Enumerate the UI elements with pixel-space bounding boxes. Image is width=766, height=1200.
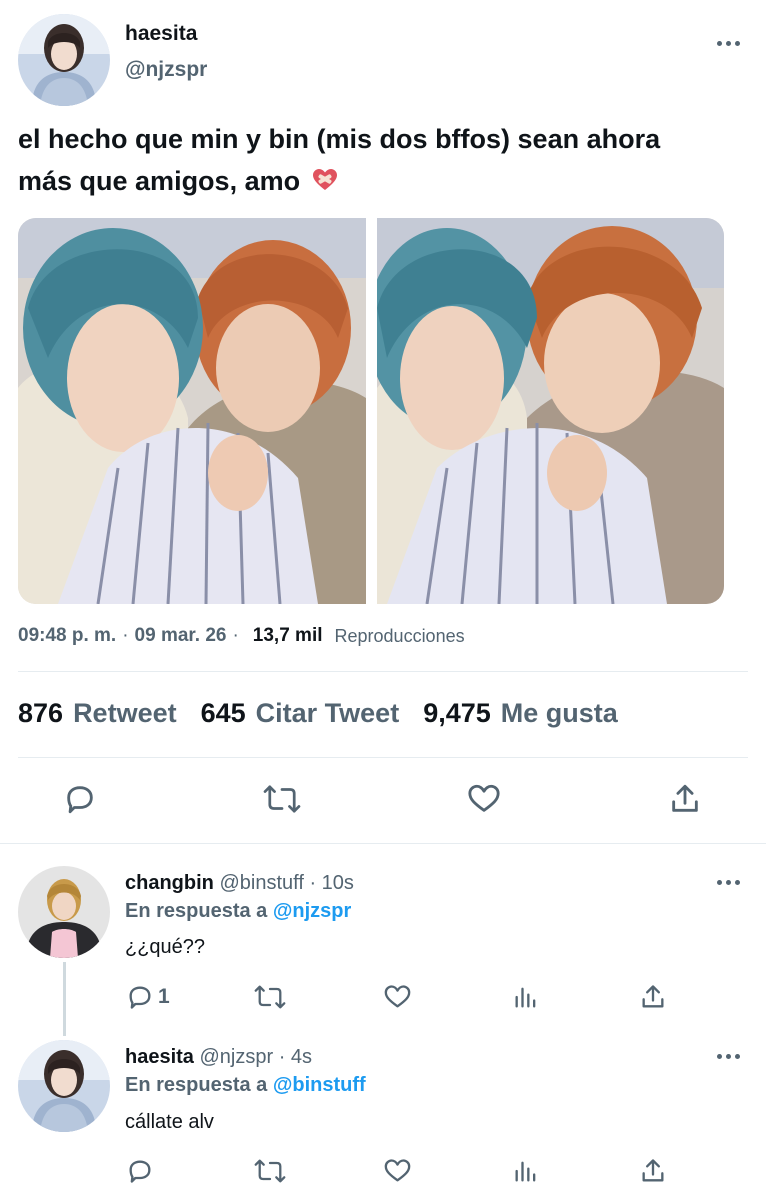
- share-icon: [642, 1159, 664, 1182]
- tweet-photo[interactable]: [18, 218, 366, 604]
- tweet-time[interactable]: 09:48 p. m.: [18, 625, 116, 647]
- reply-icon: [67, 786, 93, 814]
- separator: ·: [122, 625, 129, 646]
- analytics-icon: [515, 987, 536, 1008]
- heart-icon: [468, 784, 500, 812]
- separator: ·: [232, 625, 239, 646]
- heart-icon: [384, 1159, 411, 1182]
- reply-header: changbin @binstuff · 10s: [125, 872, 354, 895]
- like-button[interactable]: [383, 1157, 412, 1185]
- retweet-label: Retweet: [73, 698, 177, 728]
- divider: [18, 671, 748, 672]
- in-reply-to: En respuesta a @njzspr: [125, 900, 351, 923]
- engagement-stats: 876 Retweet 645 Citar Tweet 9,475 Me gus…: [18, 698, 642, 729]
- analytics-icon: [515, 1161, 536, 1182]
- mending-heart-icon: [312, 162, 338, 204]
- share-icon: [642, 985, 664, 1008]
- tweet-text-fragment: más que amigos, amo: [18, 166, 301, 196]
- retweet-count: 876: [18, 698, 64, 728]
- retweet-button[interactable]: [263, 782, 301, 816]
- tweet-text-line: el hecho que min y bin (mis dos bffos) s…: [18, 124, 661, 154]
- more-options-icon[interactable]: [713, 1050, 743, 1062]
- tweet-text-line: más que amigos, amo: [18, 160, 748, 204]
- avatar[interactable]: [18, 14, 110, 106]
- in-reply-label: En respuesta a: [125, 900, 268, 922]
- share-button[interactable]: [639, 983, 667, 1011]
- like-stat[interactable]: 9,475 Me gusta: [423, 698, 618, 729]
- like-label: Me gusta: [500, 698, 618, 728]
- retweet-icon: [254, 985, 286, 1009]
- tweet-photo[interactable]: [377, 218, 724, 604]
- retweet-stat[interactable]: 876 Retweet: [18, 698, 177, 729]
- like-button[interactable]: [466, 782, 502, 816]
- retweet-button[interactable]: [254, 1157, 286, 1185]
- reply-count: 1: [158, 985, 170, 1008]
- reply-header: haesita @njzspr · 4s: [125, 1046, 312, 1069]
- retweet-button[interactable]: [254, 983, 286, 1011]
- share-icon: [672, 784, 698, 812]
- divider: [0, 843, 766, 844]
- user-handle[interactable]: @njzspr: [125, 58, 207, 82]
- quote-stat[interactable]: 645 Citar Tweet: [201, 698, 400, 729]
- reply-text: cállate alv: [125, 1111, 214, 1133]
- share-button[interactable]: [668, 782, 702, 816]
- mention-link[interactable]: @njzspr: [273, 900, 351, 922]
- share-button[interactable]: [639, 1157, 667, 1185]
- avatar[interactable]: [18, 1040, 110, 1132]
- view-count: 13,7 mil: [252, 625, 323, 646]
- more-options-icon[interactable]: [713, 37, 743, 49]
- view-count-label: Reproducciones: [334, 625, 465, 646]
- reply-button[interactable]: [63, 782, 97, 816]
- mention-link[interactable]: @binstuff: [273, 1074, 366, 1096]
- analytics-button[interactable]: [512, 1157, 540, 1185]
- user-handle[interactable]: @njzspr: [200, 1046, 274, 1068]
- quote-count: 645: [200, 698, 246, 728]
- display-name[interactable]: haesita: [125, 1046, 194, 1068]
- user-handle[interactable]: @binstuff: [219, 872, 303, 894]
- like-count: 9,475: [423, 698, 491, 728]
- display-name[interactable]: changbin: [125, 872, 214, 894]
- divider: [18, 757, 748, 758]
- reply-button[interactable]: [126, 1157, 154, 1185]
- heart-icon: [384, 985, 411, 1008]
- thread-connector: [63, 962, 66, 1036]
- reply-time[interactable]: · 4s: [279, 1046, 312, 1068]
- in-reply-label: En respuesta a: [125, 1074, 268, 1096]
- more-options-icon[interactable]: [713, 876, 743, 888]
- tweet-date[interactable]: 09 mar. 26: [135, 625, 227, 647]
- quote-label: Citar Tweet: [255, 698, 400, 728]
- reply-icon: [129, 1160, 151, 1183]
- retweet-icon: [254, 1159, 286, 1183]
- reply-text: ¿¿qué??: [125, 936, 206, 958]
- avatar[interactable]: [18, 866, 110, 958]
- tweet-text: el hecho que min y bin (mis dos bffos) s…: [18, 118, 748, 204]
- reply-time[interactable]: · 10s: [309, 872, 353, 894]
- retweet-icon: [263, 785, 301, 813]
- reply-icon: [129, 986, 151, 1009]
- like-button[interactable]: [383, 983, 412, 1011]
- tweet-meta: 09:48 p. m. · 09 mar. 26 · 13,7 mil Repr…: [18, 625, 465, 647]
- reply-button[interactable]: 1: [126, 983, 170, 1011]
- in-reply-to: En respuesta a @binstuff: [125, 1074, 366, 1097]
- analytics-button[interactable]: [512, 983, 540, 1011]
- display-name[interactable]: haesita: [125, 22, 197, 46]
